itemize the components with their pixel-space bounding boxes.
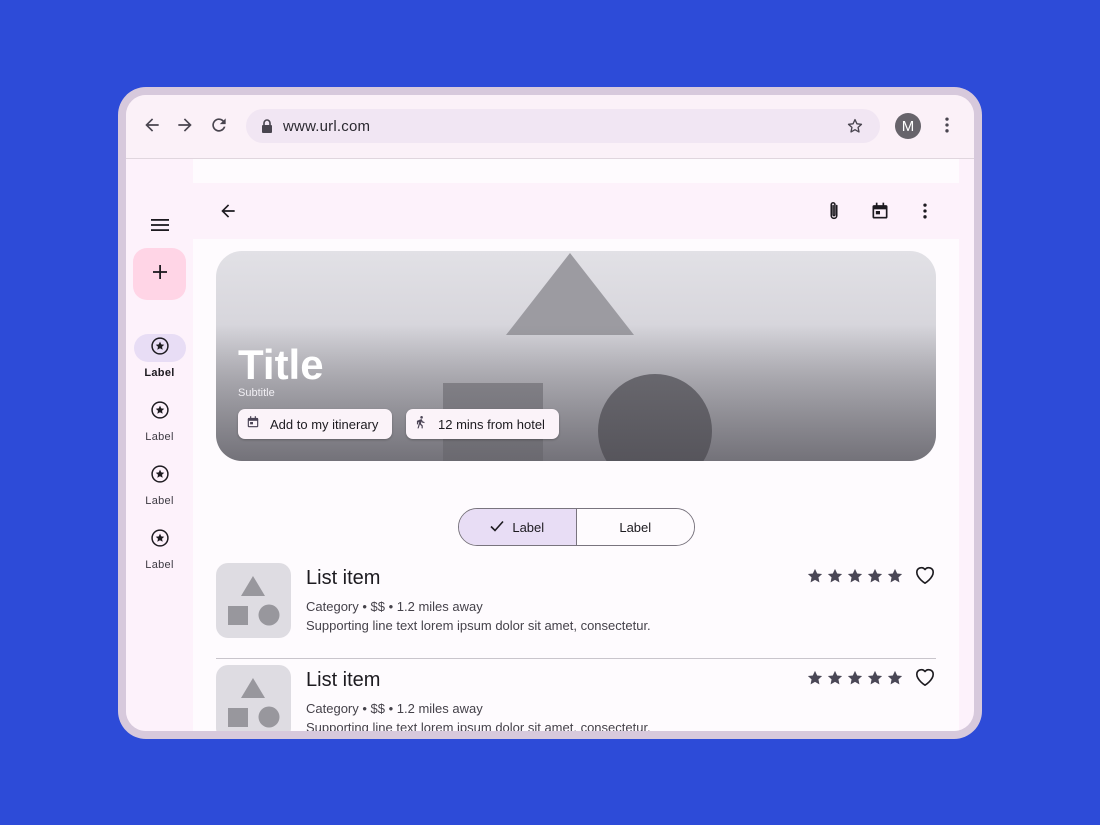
- rail-item-3[interactable]: Label: [126, 462, 193, 514]
- rail-item-label: Label: [144, 367, 175, 379]
- list-item[interactable]: List item Category • $$ • 1.2 miles away…: [216, 665, 936, 731]
- star-icon: [867, 568, 883, 583]
- segmented-button: Label Label: [458, 508, 695, 546]
- address-bar[interactable]: www.url.com: [246, 109, 880, 143]
- star-icon: [807, 670, 823, 685]
- chip-add-itinerary[interactable]: Add to my itinerary: [238, 409, 393, 439]
- top-app-bar: [193, 183, 959, 239]
- rail-item-label: Label: [145, 431, 174, 443]
- more-vert-icon[interactable]: [936, 114, 958, 136]
- star-icon: [847, 670, 863, 685]
- star-circle-icon: [150, 528, 170, 553]
- calendar-icon[interactable]: [868, 199, 892, 223]
- star-icon: [867, 670, 883, 685]
- walking-icon: [414, 414, 428, 435]
- content-surface: Title Subtitle Add to my itinerary 12 mi…: [193, 159, 959, 731]
- heart-outline-icon[interactable]: [913, 665, 937, 689]
- check-icon: [490, 520, 504, 535]
- reload-icon[interactable]: [208, 114, 230, 136]
- browser-toolbar: www.url.com M: [126, 95, 974, 159]
- chip-distance[interactable]: 12 mins from hotel: [406, 409, 559, 439]
- star-icon: [887, 568, 903, 583]
- url-text: www.url.com: [283, 118, 371, 135]
- fab-add-button[interactable]: [133, 248, 186, 300]
- tablet-device: www.url.com M Label Label Label Label Ti…: [118, 87, 982, 739]
- chip-label: Add to my itinerary: [270, 416, 379, 432]
- list-item-title: List item: [306, 567, 381, 589]
- calendar-icon: [246, 415, 260, 434]
- list-item-supporting-text: Supporting line text lorem ipsum dolor s…: [306, 720, 651, 731]
- rail-item-label: Label: [145, 559, 174, 571]
- star-icon: [827, 670, 843, 685]
- rating-stars: [806, 669, 904, 687]
- segment-option-1[interactable]: Label: [459, 509, 577, 545]
- star-icon: [827, 568, 843, 583]
- rating-stars: [806, 567, 904, 585]
- list-item-meta: Category • $$ • 1.2 miles away: [306, 599, 483, 614]
- hero-title: Title: [238, 341, 324, 388]
- navigation-rail: Label Label Label Label: [126, 159, 193, 731]
- segment-option-2[interactable]: Label: [576, 509, 694, 545]
- star-icon: [807, 568, 823, 583]
- menu-icon[interactable]: [148, 213, 172, 237]
- rail-icon-container: [134, 398, 186, 426]
- divider: [216, 658, 936, 659]
- hero-subtitle: Subtitle: [238, 387, 275, 399]
- segment-label: Label: [512, 519, 545, 535]
- hero-card[interactable]: Title Subtitle Add to my itinerary 12 mi…: [216, 251, 936, 461]
- plus-icon: [151, 263, 169, 286]
- back-arrow-icon[interactable]: [141, 114, 163, 136]
- attachment-icon[interactable]: [822, 199, 846, 223]
- star-outline-icon[interactable]: [846, 117, 864, 140]
- chip-label: 12 mins from hotel: [438, 416, 545, 432]
- rail-icon-container: [134, 462, 186, 490]
- rail-item-1[interactable]: Label: [126, 334, 193, 386]
- rail-item-label: Label: [145, 495, 174, 507]
- back-arrow-icon[interactable]: [216, 199, 240, 223]
- forward-arrow-icon[interactable]: [174, 114, 196, 136]
- list-item-title: List item: [306, 669, 381, 691]
- star-icon: [847, 568, 863, 583]
- list-item-meta: Category • $$ • 1.2 miles away: [306, 701, 483, 716]
- avatar[interactable]: M: [895, 113, 921, 139]
- more-vert-icon[interactable]: [913, 199, 937, 223]
- star-circle-icon: [150, 336, 170, 361]
- segment-label: Label: [619, 519, 652, 535]
- rail-icon-container: [134, 526, 186, 554]
- star-circle-icon: [150, 400, 170, 425]
- thumbnail-image: [216, 563, 291, 638]
- star-circle-icon: [150, 464, 170, 489]
- thumbnail-image: [216, 665, 291, 731]
- rail-active-indicator: [134, 334, 186, 362]
- star-icon: [887, 670, 903, 685]
- lock-icon: [261, 119, 273, 138]
- heart-outline-icon[interactable]: [913, 563, 937, 587]
- list-item[interactable]: List item Category • $$ • 1.2 miles away…: [216, 563, 936, 665]
- rail-item-2[interactable]: Label: [126, 398, 193, 450]
- list-item-supporting-text: Supporting line text lorem ipsum dolor s…: [306, 618, 651, 633]
- screen: www.url.com M Label Label Label Label Ti…: [126, 95, 974, 731]
- rail-item-4[interactable]: Label: [126, 526, 193, 578]
